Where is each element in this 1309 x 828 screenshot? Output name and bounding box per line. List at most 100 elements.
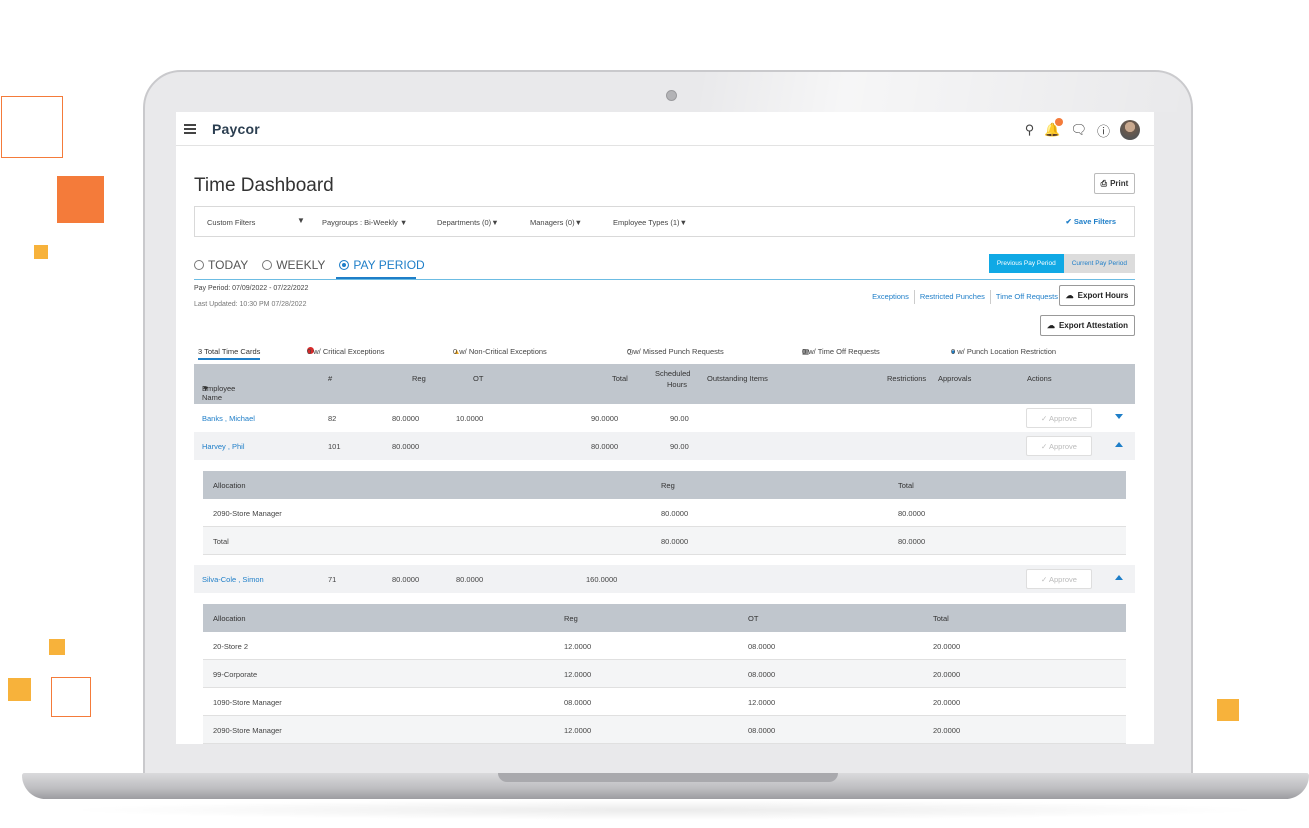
cell-total: 20.0000 [933, 726, 961, 735]
cell-number: 101 [328, 442, 341, 451]
pay-period-toggle: Previous Pay Period Current Pay Period [988, 254, 1135, 273]
employee-types-filter[interactable]: Employee Types (1)▼ [613, 218, 687, 227]
tab-weekly[interactable]: WEEKLY [262, 258, 325, 272]
cell-reg: 12.0000 [564, 670, 592, 679]
tab-pay-period-label: PAY PERIOD [353, 258, 425, 272]
departments-label: Departments (0) [437, 218, 492, 227]
check-icon: ✔ [1065, 217, 1072, 226]
laptop-shadow [60, 800, 1270, 820]
allocation-table: Allocation Reg Total 2090-Store Manager … [203, 471, 1126, 555]
tab-today-label: TODAY [208, 258, 249, 272]
menu-icon[interactable] [184, 124, 196, 134]
col-actions: Actions [1027, 374, 1052, 383]
cell-allocation: Total [213, 537, 229, 546]
laptop-shine [700, 72, 1190, 112]
restricted-punches-link[interactable]: Restricted Punches [915, 290, 991, 304]
laptop-notch [498, 773, 838, 782]
col-total: Total [933, 614, 949, 623]
custom-filters-select[interactable]: Custom Filters [207, 218, 255, 227]
table-row: Harvey , Phil 101 80.0000 80.0000 90.00 … [194, 432, 1135, 460]
cell-allocation: 2090-Store Manager [213, 726, 282, 735]
col-total: Total [898, 481, 914, 490]
sort-down-icon: ▼ [202, 384, 210, 393]
col-ot: OT [748, 614, 759, 623]
departments-filter[interactable]: Departments (0)▼ [437, 218, 499, 227]
cell-total: 90.0000 [591, 414, 619, 423]
cell-allocation: 2090-Store Manager [213, 509, 282, 518]
save-filters-label: Save Filters [1073, 217, 1116, 226]
chevron-down-icon[interactable] [1115, 414, 1123, 419]
cell-reg: 12.0000 [564, 726, 592, 735]
chat-icon[interactable]: 🗨 [1070, 122, 1087, 138]
cloud-download-icon: ☁ [1065, 291, 1074, 300]
table-row: Silva-Cole , Simon 71 80.0000 80.0000 16… [194, 565, 1135, 593]
tab-weekly-label: WEEKLY [276, 258, 326, 272]
bell-icon[interactable]: 🔔 [1044, 118, 1064, 138]
allocation-row: 2090-Store Manager 12.0000 08.0000 20.00… [203, 716, 1126, 744]
cell-reg: 80.0000 [392, 575, 420, 584]
non-critical-label: 0 w/ Non-Critical Exceptions [453, 347, 547, 356]
col-outstanding: Outstanding Items [707, 374, 768, 383]
exceptions-link[interactable]: Exceptions [867, 290, 915, 304]
allocation-row: 2090-Store Manager 80.0000 80.0000 [203, 499, 1126, 527]
print-label: Print [1110, 179, 1129, 188]
employee-name-link[interactable]: Silva-Cole , Simon [202, 575, 264, 584]
chevron-up-icon[interactable] [1115, 575, 1123, 580]
cell-total: 80.0000 [898, 509, 926, 518]
cell-reg: 80.0000 [661, 537, 689, 546]
allocation-row: 20-Store 2 12.0000 08.0000 20.0000 [203, 632, 1126, 660]
filter-icon: ▼ [679, 218, 687, 227]
cell-total: 20.0000 [933, 642, 961, 651]
managers-filter[interactable]: Managers (0)▼ [530, 218, 582, 227]
cell-allocation: 1090-Store Manager [213, 698, 282, 707]
current-pay-period-button[interactable]: Current Pay Period [1063, 254, 1135, 273]
cell-ot: 08.0000 [748, 642, 776, 651]
top-bar: Paycor ⚲ 🔔 🗨 ⓘ [176, 112, 1154, 146]
cell-ot: 08.0000 [748, 726, 776, 735]
cell-allocation: 99-Corporate [213, 670, 258, 679]
cell-reg: 80.0000 [392, 442, 420, 451]
search-icon[interactable]: ⚲ [1025, 122, 1035, 138]
paygroups-filter[interactable]: Paygroups : Bi-Weekly ▼ [322, 218, 407, 227]
decor-square-yellow [49, 639, 65, 655]
cell-reg: 80.0000 [661, 509, 689, 518]
col-number: # [328, 374, 333, 383]
location-label: 0 w/ Punch Location Restriction [951, 347, 1057, 356]
print-button[interactable]: ⎙ Print [1094, 173, 1135, 194]
tab-pay-period[interactable]: PAY PERIOD [339, 258, 425, 272]
tab-today[interactable]: TODAY [194, 258, 248, 272]
approve-button[interactable]: ✓ Approve [1026, 408, 1092, 428]
export-attestation-button[interactable]: ☁ Export Attestation [1040, 315, 1135, 336]
employee-name-link[interactable]: Banks , Michael [202, 414, 255, 423]
col-restrictions: Restrictions [887, 374, 927, 383]
time-off-requests-link[interactable]: Time Off Requests [991, 290, 1063, 304]
decor-square-outline [1, 96, 63, 158]
avatar[interactable] [1120, 120, 1140, 140]
critical-label: 0 w/ Critical Exceptions [307, 347, 385, 356]
cell-ot: 08.0000 [748, 670, 776, 679]
previous-pay-period-button[interactable]: Previous Pay Period [988, 254, 1064, 273]
approve-button[interactable]: ✓ Approve [1026, 436, 1092, 456]
filter-icon: ▼ [399, 218, 408, 227]
save-filters-button[interactable]: ✔ Save Filters [1066, 217, 1117, 226]
employee-name-link[interactable]: Harvey , Phil [202, 442, 245, 451]
export-hours-button[interactable]: ☁ Export Hours [1059, 285, 1135, 306]
chevron-up-icon[interactable] [1115, 442, 1123, 447]
radio-icon [262, 260, 273, 270]
tabs-divider [194, 279, 1135, 280]
app-screen: Paycor ⚲ 🔔 🗨 ⓘ Time Dashboard ⎙ Print Cu… [176, 112, 1154, 744]
decor-square-yellow [34, 245, 48, 259]
chevron-down-icon[interactable]: ▼ [297, 216, 305, 225]
total-time-cards-tab[interactable]: 3 Total Time Cards [198, 347, 261, 360]
cell-scheduled: 90.00 [670, 414, 689, 423]
approve-button[interactable]: ✓ Approve [1026, 569, 1092, 589]
help-icon[interactable]: ⓘ [1097, 121, 1110, 140]
allocation-total-row: Total 80.0000 80.0000 [203, 527, 1126, 555]
export-attestation-label: Export Attestation [1058, 321, 1129, 330]
action-links: Exceptions Restricted Punches Time Off R… [867, 290, 1063, 304]
printer-icon: ⎙ [1100, 178, 1108, 188]
col-approvals: Approvals [938, 374, 972, 383]
paycor-logo[interactable]: Paycor [212, 121, 260, 137]
employee-types-label: Employee Types (1) [613, 218, 680, 227]
cell-number: 82 [328, 414, 337, 423]
